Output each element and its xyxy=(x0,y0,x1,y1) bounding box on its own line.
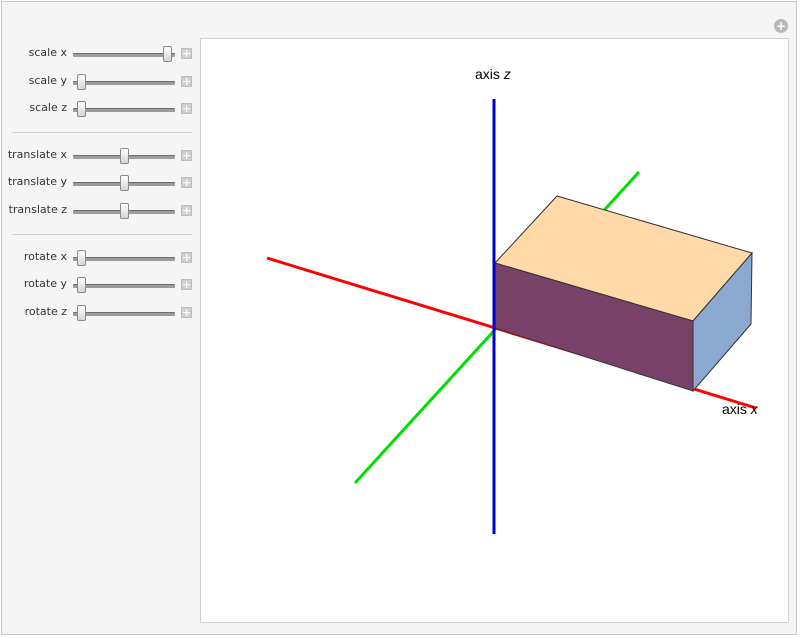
slider-rotate-y: rotate y + xyxy=(0,275,200,295)
expand-plus-icon[interactable]: + xyxy=(181,205,192,216)
slider-thumb[interactable] xyxy=(162,46,172,62)
slider-thumb[interactable] xyxy=(77,101,87,117)
slider-thumb[interactable] xyxy=(120,148,129,164)
slider-track[interactable] xyxy=(73,257,175,261)
3d-scene[interactable]: axis z axis x xyxy=(201,39,788,622)
slider-label: scale z xyxy=(29,101,67,114)
expand-plus-icon[interactable]: + xyxy=(181,76,192,87)
slider-translate-y: translate y + xyxy=(0,173,200,193)
slider-thumb[interactable] xyxy=(120,203,129,219)
slider-thumb[interactable] xyxy=(77,74,87,90)
options-plus-icon[interactable]: + xyxy=(774,19,788,33)
slider-scale-y: scale y + xyxy=(0,72,200,92)
slider-thumb[interactable] xyxy=(77,277,87,293)
slider-track[interactable] xyxy=(73,108,175,112)
slider-label: scale y xyxy=(28,74,67,87)
expand-plus-icon[interactable]: + xyxy=(181,177,192,188)
controls-panel: scale x + scale y + scale z + translate … xyxy=(0,0,200,638)
slider-translate-x: translate x + xyxy=(0,146,200,166)
expand-plus-icon[interactable]: + xyxy=(181,252,192,263)
group-divider xyxy=(12,132,192,133)
expand-plus-icon[interactable]: + xyxy=(181,279,192,290)
slider-translate-z: translate z + xyxy=(0,201,200,221)
expand-plus-icon[interactable]: + xyxy=(181,103,192,114)
slider-label: translate x xyxy=(7,148,67,161)
slider-label: rotate z xyxy=(24,305,67,318)
slider-label: scale x xyxy=(28,46,67,59)
slider-label: rotate y xyxy=(23,277,67,290)
slider-thumb[interactable] xyxy=(77,250,87,266)
slider-track[interactable] xyxy=(73,53,175,57)
slider-scale-z: scale z + xyxy=(0,99,200,119)
slider-track[interactable] xyxy=(73,81,175,85)
expand-plus-icon[interactable]: + xyxy=(181,48,192,59)
slider-rotate-z: rotate z + xyxy=(0,303,200,323)
axis-x-label: axis x xyxy=(722,401,759,417)
3d-graphics-plot[interactable]: axis z axis x xyxy=(200,38,789,623)
slider-label: translate y xyxy=(7,175,67,188)
slider-thumb[interactable] xyxy=(77,305,87,321)
slider-track[interactable] xyxy=(73,284,175,288)
expand-plus-icon[interactable]: + xyxy=(181,307,192,318)
expand-plus-icon[interactable]: + xyxy=(181,150,192,161)
group-divider xyxy=(12,234,192,235)
slider-label: translate z xyxy=(8,203,67,216)
axis-z-label: axis z xyxy=(475,66,511,82)
slider-label: rotate x xyxy=(23,250,67,263)
slider-scale-x: scale x + xyxy=(0,44,200,64)
slider-thumb[interactable] xyxy=(120,175,129,191)
slider-rotate-x: rotate x + xyxy=(0,248,200,268)
slider-track[interactable] xyxy=(73,312,175,316)
